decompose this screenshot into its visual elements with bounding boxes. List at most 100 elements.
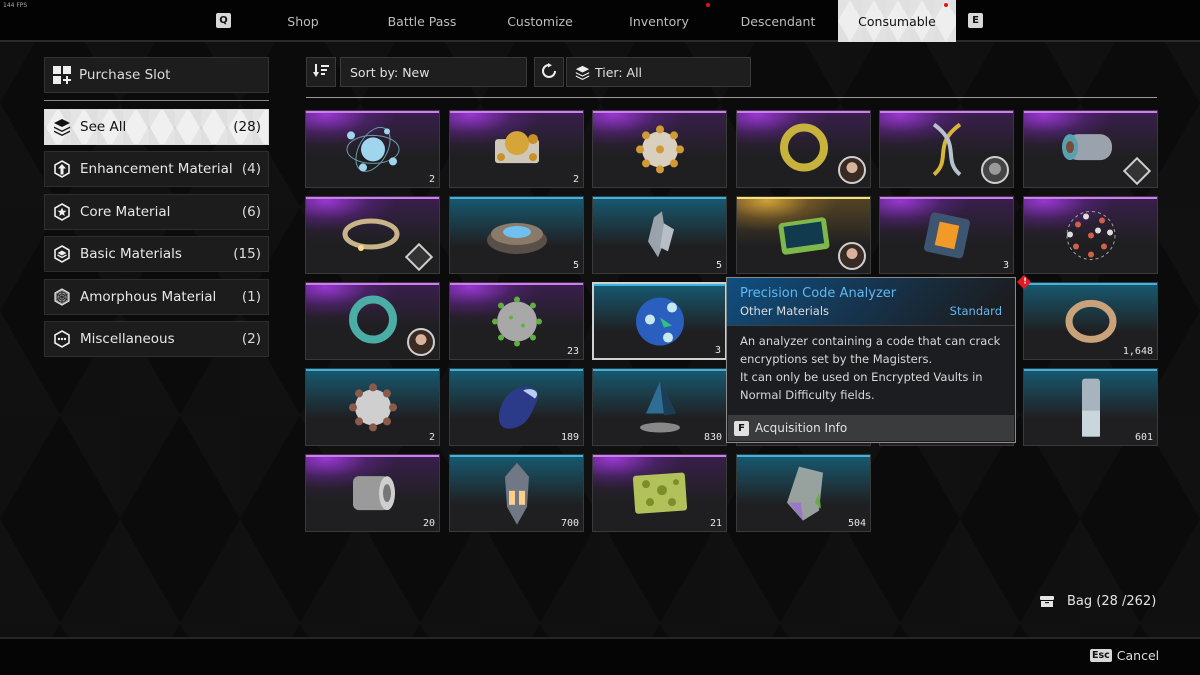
sidebar-divider xyxy=(44,100,269,101)
item-tile-liquid-swirl[interactable]: 1,648 xyxy=(1023,282,1158,360)
item-tile-tablet-scanner[interactable] xyxy=(736,196,871,274)
category-label: Enhancement Material xyxy=(80,161,233,177)
tab-label: Customize xyxy=(507,14,573,29)
bottom-bar xyxy=(0,639,1200,675)
item-tile-blue-analyzer-sphere[interactable]: 3 xyxy=(592,282,727,360)
liquid-blob-icon xyxy=(487,378,547,440)
item-tile-prism-pyramid[interactable]: 830 xyxy=(592,368,727,446)
item-tile-dna-helix[interactable] xyxy=(879,110,1014,188)
prism-pyramid-icon xyxy=(630,378,690,442)
tab-customize[interactable]: Customize xyxy=(481,0,599,42)
fps-counter: 144 FPS xyxy=(3,2,28,9)
sort-order-button[interactable] xyxy=(306,57,336,87)
item-tile-metal-cylinder[interactable]: 601 xyxy=(1023,368,1158,446)
tab-shop[interactable]: Shop xyxy=(244,0,362,42)
purchase-slot-label: Purchase Slot xyxy=(79,67,171,83)
category-label: See All xyxy=(80,119,127,135)
rarity-bar xyxy=(594,284,725,286)
item-quantity: 5 xyxy=(572,260,579,271)
category-miscellaneous[interactable]: Miscellaneous (2) xyxy=(44,321,269,357)
rarity-bar xyxy=(450,283,583,285)
item-quantity: 23 xyxy=(566,346,579,357)
category-core-material[interactable]: Core Material (6) xyxy=(44,194,269,230)
rarity-bar xyxy=(306,197,439,199)
item-tile-spiked-sphere-gold[interactable] xyxy=(592,110,727,188)
rarity-bar xyxy=(1024,111,1157,113)
grid-plus-icon xyxy=(53,66,71,84)
rarity-bar xyxy=(450,111,583,113)
tab-battle-pass[interactable]: Battle Pass xyxy=(363,0,481,42)
item-tile-fabric-roll[interactable] xyxy=(1023,110,1158,188)
refresh-icon xyxy=(541,62,557,82)
item-tile-orange-cube[interactable]: 3 xyxy=(879,196,1014,274)
top-navigation: 144 FPS Q Shop Battle Pass Customize Inv… xyxy=(0,0,1200,42)
item-quantity: 1,648 xyxy=(1122,346,1153,357)
crystal-shard-icon xyxy=(640,207,680,267)
tooltip-subtype: Other Materials xyxy=(740,304,830,318)
item-tile-disc-device[interactable]: 5 xyxy=(449,196,584,274)
category-count: (28) xyxy=(233,119,261,135)
item-tile-gold-device[interactable]: 2 xyxy=(449,110,584,188)
item-tile-gold-ring[interactable] xyxy=(736,110,871,188)
rarity-bar xyxy=(450,197,583,199)
cancel-button[interactable]: Esc Cancel xyxy=(1090,648,1159,663)
item-tooltip: Precision Code Analyzer Other Materials … xyxy=(726,277,1016,443)
layers-icon xyxy=(575,65,590,80)
item-tile-molecule-ball[interactable] xyxy=(1023,196,1158,274)
category-enhancement-material[interactable]: Enhancement Material (4) xyxy=(44,151,269,187)
item-tile-virus-sphere[interactable]: 23 xyxy=(449,282,584,360)
acquisition-info-button[interactable]: F Acquisition Info xyxy=(728,415,1014,441)
tab-consumable[interactable]: Consumable xyxy=(838,0,956,42)
item-tile-thruster-capsule[interactable]: 700 xyxy=(449,454,584,532)
blue-analyzer-sphere-icon xyxy=(630,292,690,356)
rarity-bar xyxy=(593,111,726,113)
toolbar-divider xyxy=(306,97,1157,98)
tier-filter-dropdown[interactable]: Tier: All xyxy=(566,57,751,87)
item-tile-cable-coil[interactable] xyxy=(305,196,440,274)
category-basic-materials[interactable]: Basic Materials (15) xyxy=(44,236,269,272)
item-tile-glass-shard[interactable]: 504 xyxy=(736,454,871,532)
next-tab-key[interactable]: E xyxy=(968,13,983,28)
category-see-all[interactable]: See All (28) xyxy=(44,109,269,145)
esc-key: Esc xyxy=(1090,649,1112,662)
item-tile-metal-spool[interactable]: 20 xyxy=(305,454,440,532)
category-label: Core Material xyxy=(80,204,171,220)
category-count: (6) xyxy=(241,204,261,220)
acquisition-info-label: Acquisition Info xyxy=(755,421,848,435)
item-tile-crystal-shard[interactable]: 5 xyxy=(592,196,727,274)
rarity-bar xyxy=(1024,283,1157,285)
rarity-bar xyxy=(737,111,870,113)
rarity-bar xyxy=(593,197,726,199)
item-tile-atom-orb[interactable]: 2 xyxy=(305,110,440,188)
thruster-capsule-icon xyxy=(499,461,535,531)
rarity-bar xyxy=(306,283,439,285)
item-quantity: 2 xyxy=(428,174,435,185)
orange-cube-icon xyxy=(919,207,975,267)
item-quantity: 504 xyxy=(847,518,866,529)
category-count: (15) xyxy=(233,246,261,262)
tab-descendant[interactable]: Descendant xyxy=(719,0,837,42)
desc-line: An analyzer containing a code that can c… xyxy=(740,334,1001,348)
tab-inventory[interactable]: Inventory xyxy=(600,0,718,42)
item-quantity: 189 xyxy=(560,432,579,443)
gold-device-icon xyxy=(487,125,547,177)
item-tile-green-sponge[interactable]: 21 xyxy=(592,454,727,532)
tab-label: Descendant xyxy=(740,14,816,29)
tooltip-header: Precision Code Analyzer Other Materials … xyxy=(727,278,1015,326)
prev-tab-key[interactable]: Q xyxy=(216,13,231,28)
refresh-button[interactable] xyxy=(534,57,564,87)
item-tile-spiked-sphere-silver[interactable]: 2 xyxy=(305,368,440,446)
bag-label: Bag (28 /262) xyxy=(1067,594,1157,609)
tooltip-description: An analyzer containing a code that can c… xyxy=(727,326,1015,404)
sort-by-dropdown[interactable]: Sort by: New xyxy=(340,57,527,87)
rarity-bar xyxy=(306,111,439,113)
item-quantity: 21 xyxy=(709,518,722,529)
rarity-bar xyxy=(880,197,1013,199)
item-tile-liquid-blob[interactable]: 189 xyxy=(449,368,584,446)
liquid-swirl-icon xyxy=(1061,293,1121,353)
item-tile-teal-ring[interactable] xyxy=(305,282,440,360)
category-amorphous-material[interactable]: Amorphous Material (1) xyxy=(44,279,269,315)
purchase-slot-button[interactable]: Purchase Slot xyxy=(44,57,269,93)
layers-icon xyxy=(53,118,71,136)
tab-label: Battle Pass xyxy=(387,14,457,29)
